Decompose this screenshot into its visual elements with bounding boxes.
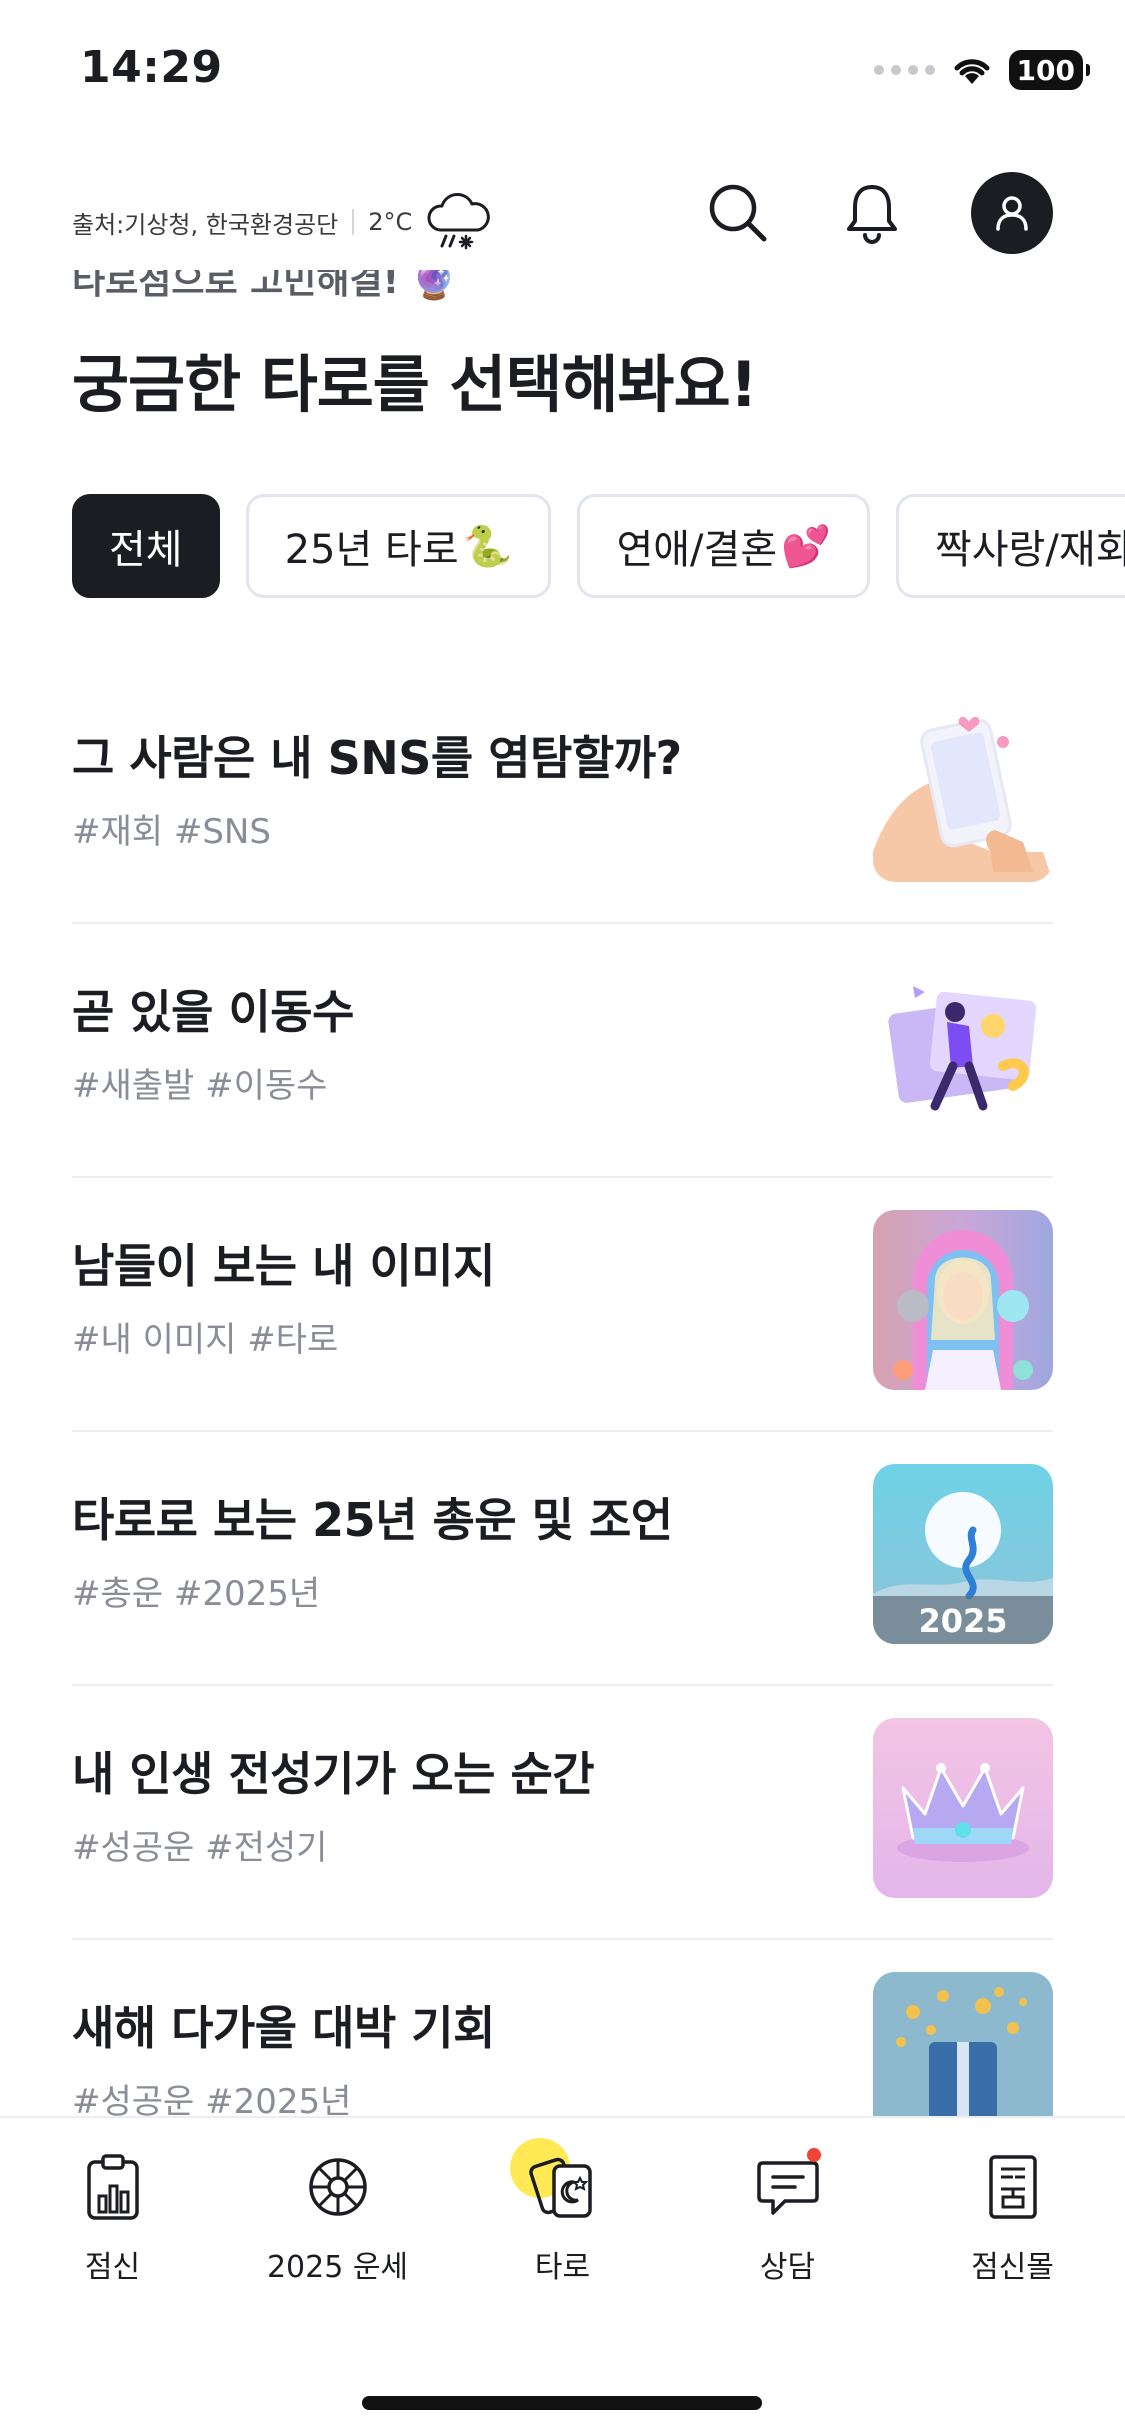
item-tags: #성공운 #전성기 [72,1828,328,1868]
bottom-navigation: 점신 2025 운세 타로 상담 점신몰 [0,2116,1125,2436]
status-bar: 14:29 100 [0,0,1125,140]
tarot-list: 그 사람은 내 SNS를 염탐할까? #재회 #SNS 곧 있을 이동수 #새출… [72,670,1053,2194]
snake-moon-illustration: 2025 [873,1464,1053,1644]
tarot-page: 14:29 100 출처:기상청, 한국환경공단 2°C 타로점으로 고민해결!… [0,0,1125,2436]
chip-label: 25년 타로 [284,527,459,573]
temperature: 2°C [368,208,413,236]
top-header: 출처:기상청, 한국환경공단 2°C [0,160,1125,270]
nav-label: 타로 [534,2250,591,2285]
nav-item-tarot[interactable]: 타로 [450,2138,675,2286]
item-title: 내 인생 전성기가 오는 순간 [72,1747,595,1801]
list-item[interactable]: 내 인생 전성기가 오는 순간 #성공운 #전성기 [72,1686,1053,1940]
list-item[interactable]: 타로로 보는 25년 총운 및 조언 #총운 #2025년 2025 [72,1432,1053,1686]
snake-emoji: 🐍 [462,523,513,570]
nav-item-shop[interactable]: 점신몰 [900,2148,1125,2286]
battery-indicator: 100 [1008,50,1091,90]
item-title: 그 사람은 내 SNS를 염탐할까? [72,731,682,785]
list-item[interactable]: 그 사람은 내 SNS를 염탐할까? #재회 #SNS [72,670,1053,924]
cellular-signal-icon [873,65,935,75]
home-indicator[interactable] [362,2396,762,2410]
page-subtitle: 타로점으로 고민해결! 🔮 [72,270,457,302]
nav-label: 점신 [84,2250,141,2285]
chip-all[interactable]: 전체 [72,494,220,598]
item-thumbnail [873,1210,1053,1390]
profile-button[interactable] [971,172,1053,254]
chip-label: 짝사랑/재회 [934,527,1125,573]
nav-label: 2025 운세 [266,2250,409,2285]
profile-icon [996,196,1028,231]
notification-button[interactable] [837,178,907,248]
nav-item-consult[interactable]: 상담 [675,2148,900,2286]
moving-person-illustration [873,956,1053,1136]
item-tags: #총운 #2025년 [72,1574,321,1614]
tarot-cards-icon [509,2138,602,2226]
phone-hand-illustration [873,702,1053,882]
nav-item-2025-fortune[interactable]: 2025 운세 [225,2148,450,2286]
item-title: 남들이 보는 내 이미지 [72,1239,495,1293]
item-title: 새해 다가올 대박 기회 [72,2001,495,2055]
thumb-year: 2025 [918,1602,1007,1640]
header-actions [703,172,1053,254]
status-indicators: 100 [873,48,1091,92]
cloud-snow-icon [427,193,491,250]
shop-icon [974,2148,1052,2226]
page-title: 궁금한 타로를 선택해봐요! [72,348,758,421]
item-thumbnail: 2025 [873,1464,1053,1644]
hearts-emoji: 💕 [781,523,831,570]
search-button[interactable] [703,178,773,248]
chip-2025-tarot[interactable]: 25년 타로 🐍 [245,494,552,598]
list-item[interactable]: 곧 있을 이동수 #새출발 #이동수 [72,924,1053,1178]
item-thumbnail [873,1718,1053,1898]
nav-label: 상담 [759,2250,816,2285]
item-tags: #내 이미지 #타로 [72,1320,339,1360]
list-item[interactable]: 남들이 보는 내 이미지 #내 이미지 #타로 [72,1178,1053,1432]
item-title: 곧 있을 이동수 [72,985,354,1039]
chat-bubble-icon [749,2148,827,2226]
item-title: 타로로 보는 25년 총운 및 조언 [72,1493,673,1547]
clipboard-chart-icon [74,2148,152,2226]
chip-label: 연애/결혼 [616,527,778,573]
wheel-icon [299,2148,377,2226]
weather-source: 출처:기상청, 한국환경공단 [72,210,339,239]
mirror-image-illustration [873,1210,1053,1390]
item-tags: #새출발 #이동수 [72,1066,328,1106]
item-tags: #재회 #SNS [72,812,271,852]
nav-label: 점신몰 [971,2250,1054,2285]
item-thumbnail [873,702,1053,882]
page-heading: 타로점으로 고민해결! 🔮 궁금한 타로를 선택해봐요! [72,270,1072,430]
nav-item-jeomsin[interactable]: 점신 [0,2148,225,2286]
status-time: 14:29 [80,42,223,93]
item-thumbnail [873,956,1053,1136]
wifi-icon [954,59,990,84]
chip-label: 전체 [109,527,183,573]
notification-badge [806,2148,821,2162]
crown-illustration [873,1718,1053,1898]
divider [352,209,355,235]
bell-icon [847,185,897,244]
category-chips: 전체 25년 타로🐍 연애/결혼💕 짝사랑/재회📍 [72,494,1125,598]
weather-widget[interactable]: 출처:기상청, 한국환경공단 2°C [72,190,494,254]
chip-crush-reunion[interactable]: 짝사랑/재회📍 [895,494,1125,598]
search-icon [709,184,767,242]
chip-love-marriage[interactable]: 연애/결혼 💕 [577,494,870,598]
